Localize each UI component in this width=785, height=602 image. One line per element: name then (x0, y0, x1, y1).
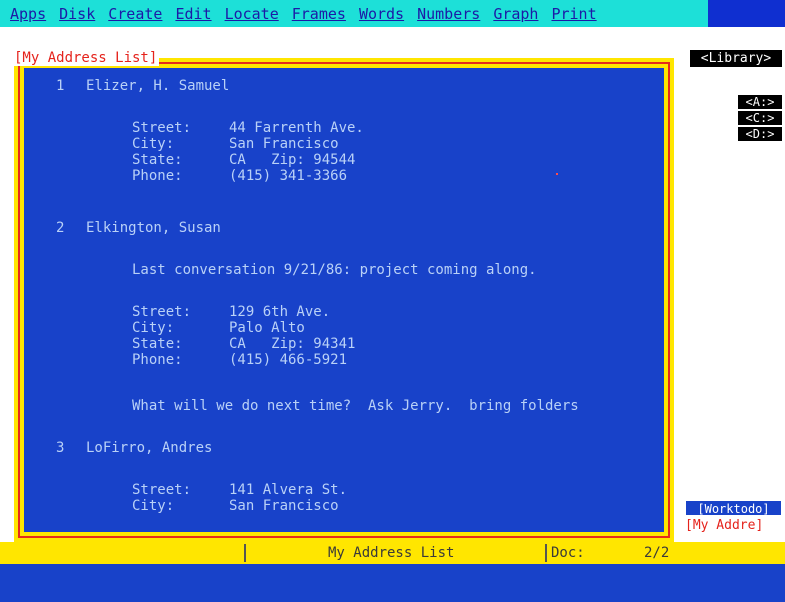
entry-name: Elizer, H. Samuel (86, 78, 230, 94)
status-doc-label: Doc: (551, 545, 585, 561)
document-content[interactable]: 1 Elizer, H. Samuel Street: 44 Farrenth … (24, 68, 664, 532)
field-value-street: 129 6th Ave. (229, 304, 331, 320)
entry-note: Last conversation 9/21/86: project comin… (132, 262, 537, 278)
field-label-street: Street: (132, 120, 192, 136)
menu-create[interactable]: Create (102, 5, 169, 23)
status-bar: My Address List Doc: 2/2 (0, 542, 785, 564)
drive-d-button[interactable]: <D:> (738, 127, 782, 141)
menu-numbers[interactable]: Numbers (411, 5, 487, 23)
entry-name: LoFirro, Andres (86, 440, 213, 456)
field-value-street: 141 Alvera St. (229, 482, 348, 498)
entry-name: Elkington, Susan (86, 220, 221, 236)
field-value-phone: (415) 341-3366 (229, 168, 348, 184)
field-value-city: San Francisco (229, 498, 339, 514)
field-value-city: San Francisco (229, 136, 339, 152)
field-value-city: Palo Alto (229, 320, 305, 336)
menu-items: Apps Disk Create Edit Locate Frames Word… (0, 0, 604, 27)
drive-a-button[interactable]: <A:> (738, 95, 782, 109)
field-label-city: City: (132, 498, 175, 514)
field-value-phone: (415) 466-5921 (229, 352, 348, 368)
menu-edit[interactable]: Edit (169, 5, 218, 23)
field-label-city: City: (132, 136, 175, 152)
field-label-street: Street: (132, 482, 192, 498)
status-divider (244, 544, 246, 562)
menu-locate[interactable]: Locate (219, 5, 286, 23)
field-label-street: Street: (132, 304, 192, 320)
menu-graph[interactable]: Graph (487, 5, 545, 23)
menu-bar: Apps Disk Create Edit Locate Frames Word… (0, 0, 785, 27)
cursor-mark (556, 173, 558, 175)
menu-print[interactable]: Print (545, 5, 603, 23)
bottom-bar (0, 564, 785, 602)
entry-number: 2 (56, 220, 65, 236)
menu-bar-tail (708, 0, 785, 27)
field-value-state: CA Zip: 94341 (229, 336, 356, 352)
status-document-title: My Address List (328, 545, 455, 561)
field-label-state: State: (132, 336, 183, 352)
document-frame: 1 Elizer, H. Samuel Street: 44 Farrenth … (18, 62, 670, 538)
worktodo-window-tab[interactable]: [Worktodo] (685, 500, 782, 516)
address-list-window-tab[interactable]: [My Addre] (685, 518, 785, 534)
library-button[interactable]: <Library> (690, 50, 782, 67)
field-value-street: 44 Farrenth Ave. (229, 120, 364, 136)
field-label-phone: Phone: (132, 168, 183, 184)
field-value-state: CA Zip: 94544 (229, 152, 356, 168)
status-page-count: 2/2 (644, 545, 670, 561)
drive-c-button[interactable]: <C:> (738, 111, 782, 125)
menu-words[interactable]: Words (353, 5, 411, 23)
document-title: [My Address List] (12, 50, 160, 66)
entry-number: 3 (56, 440, 65, 456)
menu-apps[interactable]: Apps (4, 5, 53, 23)
field-label-city: City: (132, 320, 175, 336)
menu-disk[interactable]: Disk (53, 5, 102, 23)
entry-number: 1 (56, 78, 65, 94)
field-label-phone: Phone: (132, 352, 183, 368)
document-window: 1 Elizer, H. Samuel Street: 44 Farrenth … (14, 58, 674, 542)
field-label-state: State: (132, 152, 183, 168)
entry-note: What will we do next time? Ask Jerry. br… (132, 398, 579, 414)
menu-frames[interactable]: Frames (286, 5, 353, 23)
status-divider (545, 544, 547, 562)
